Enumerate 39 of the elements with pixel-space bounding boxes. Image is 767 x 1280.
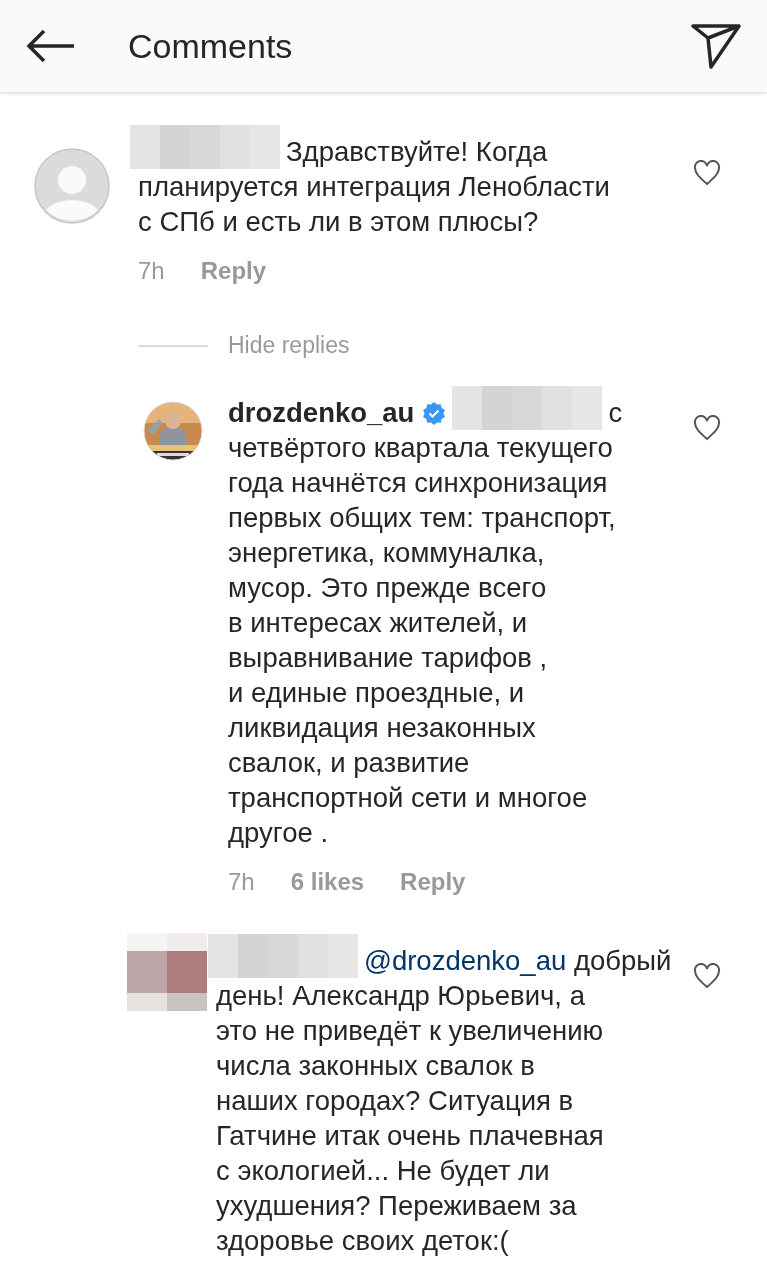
- reply-button[interactable]: Reply: [400, 864, 466, 899]
- comment-text-line: транспортной сети и многое: [228, 781, 588, 815]
- heart-icon[interactable]: [693, 160, 721, 186]
- comment-text-line: ухудшения? Переживаем за: [216, 1189, 577, 1223]
- comment-text-line: здоровье своих деток:(: [216, 1224, 509, 1258]
- hide-replies-button[interactable]: Hide replies: [228, 332, 350, 359]
- comment-text-line: с экологией... Не будет ли: [216, 1154, 550, 1188]
- comment-time: 7h: [228, 867, 255, 897]
- comment-text-line: другое .: [228, 816, 329, 850]
- comment-text-line: Гатчине итак очень плачевная: [216, 1119, 604, 1153]
- page-title: Comments: [128, 26, 294, 66]
- heart-icon[interactable]: [693, 963, 721, 989]
- mention-link[interactable]: @drozdenko_au: [364, 945, 567, 976]
- comment-text-line: Здравствуйте! Когда: [286, 135, 548, 169]
- comment-text-line: наших городах? Ситуация в: [216, 1084, 574, 1118]
- username[interactable]: drozdenko_au: [228, 395, 415, 430]
- comment-text-line: в интересах жителей, и: [228, 606, 528, 640]
- comment-text-line: числа законных свалок в: [216, 1049, 535, 1083]
- likes-count[interactable]: 6 likes: [290, 864, 365, 899]
- comment-time: 7h: [138, 256, 165, 286]
- reply-button[interactable]: Reply: [200, 253, 267, 288]
- comment-text-line: первых общих тем: транспорт,: [228, 501, 616, 535]
- comment-text-line: года начнётся синхронизация: [228, 466, 608, 500]
- comment-text-line: свалок, и развитие: [228, 746, 470, 780]
- comment-text-line: и единые проездные, и: [228, 676, 525, 710]
- comment-text-line: ликвидация незаконных: [228, 711, 536, 745]
- comment-text-line: выравнивание тарифов ,: [228, 641, 548, 675]
- comment-text-line: @drozdenko_au добрый: [364, 944, 672, 978]
- comment-text-line: день! Александр Юрьевич, а: [216, 979, 585, 1013]
- heart-icon[interactable]: [693, 415, 721, 441]
- comment-text-line: с: [608, 396, 623, 430]
- comment-text-line: четвёртого квартала текущего: [228, 431, 613, 465]
- paper-plane-icon[interactable]: [691, 23, 741, 69]
- comment-text-line: мусор. Это прежде всего: [228, 571, 547, 605]
- comment-text-line: энергетика, коммуналка,: [228, 536, 545, 570]
- comment-text-line: это не приведёт к увеличению: [216, 1014, 604, 1048]
- comment-text-line: планируется интеграция Ленобласти: [138, 170, 610, 204]
- comment-text-line: с СПб и есть ли в этом плюсы?: [138, 205, 539, 239]
- back-arrow-icon[interactable]: [26, 29, 76, 63]
